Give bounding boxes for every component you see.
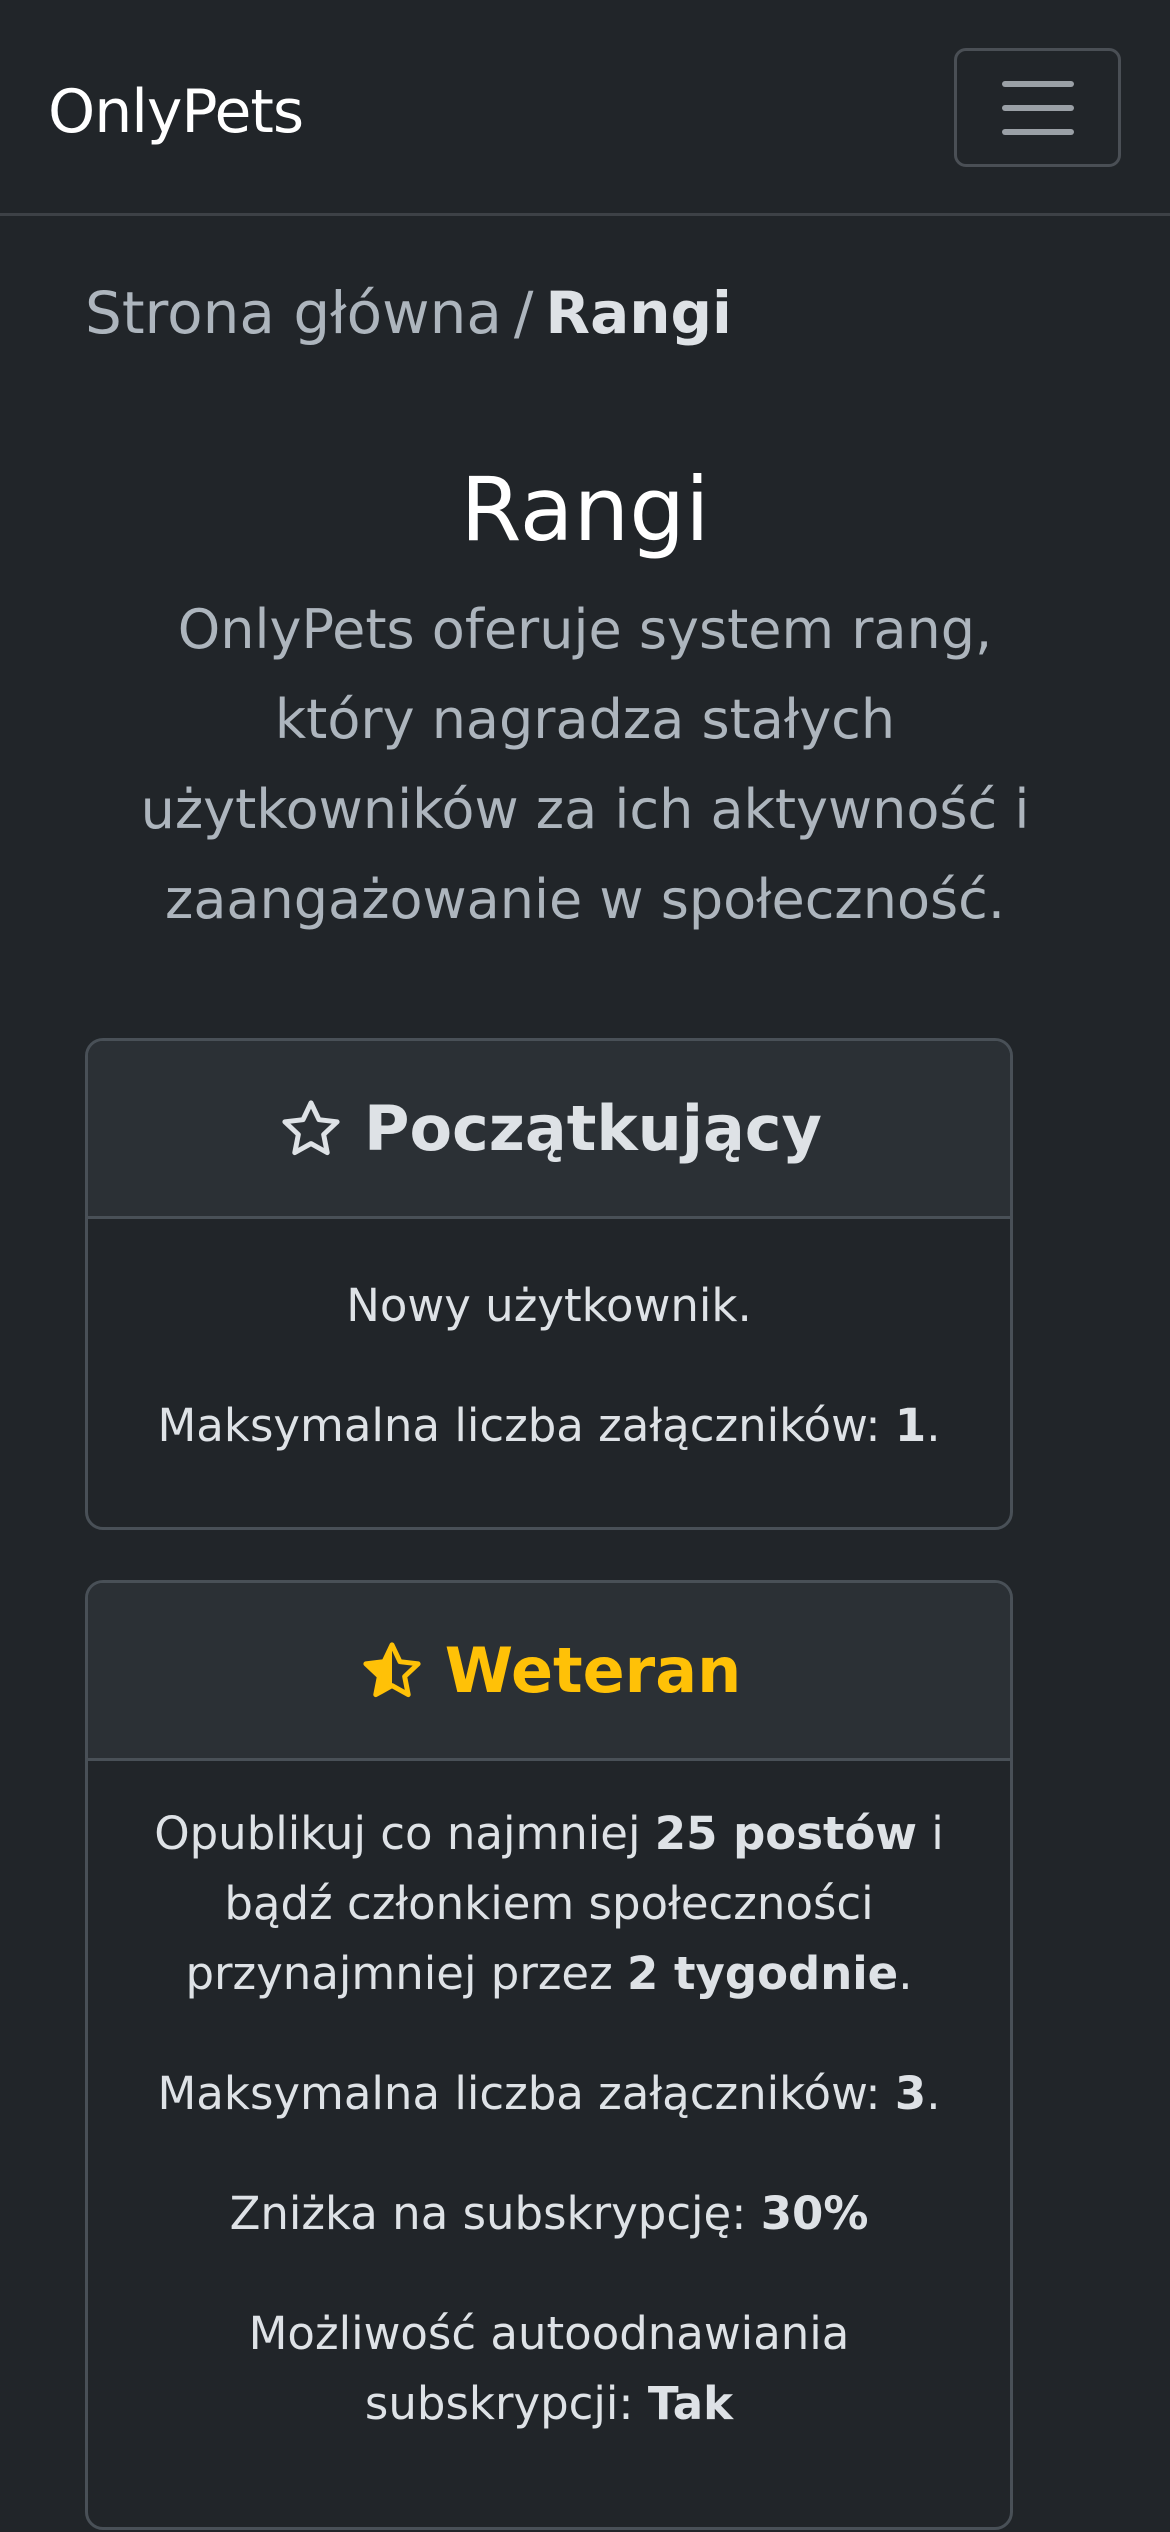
attachments-label: Maksymalna liczba załączników:	[157, 2067, 895, 2120]
rank-attachments: Maksymalna liczba załączników: 1.	[88, 1391, 1010, 1461]
rank-card-body: Opublikuj co najmniej 25 postów i bądź c…	[88, 1761, 1010, 2439]
requirement-prefix: Opublikuj co najmniej	[154, 1807, 655, 1860]
rank-requirements: Opublikuj co najmniej 25 postów i bądź c…	[148, 1799, 950, 2009]
autorenew-label: Możliwość autoodnawiania subskrypcji:	[248, 2307, 850, 2430]
hamburger-menu-icon	[1001, 80, 1074, 135]
rank-name: Początkujący	[364, 1091, 822, 1165]
breadcrumb-home-link[interactable]: Strona główna	[85, 279, 502, 347]
rank-card-beginner: Początkujący Nowy użytkownik. Maksymalna…	[85, 1038, 1013, 1530]
page-title: Rangi	[460, 458, 710, 561]
rank-autorenew: Możliwość autoodnawiania subskrypcji: Ta…	[148, 2299, 950, 2439]
rank-card-header: Weteran	[88, 1583, 1010, 1761]
discount-value: 30%	[760, 2187, 869, 2240]
star-outline-icon	[282, 1099, 340, 1155]
attachments-value: 3	[894, 2067, 927, 2120]
breadcrumb: Strona główna / Rangi	[85, 278, 732, 348]
breadcrumb-separator: /	[513, 279, 534, 347]
discount-label: Zniżka na subskrypcję:	[229, 2187, 761, 2240]
rank-card-header: Początkujący	[88, 1041, 1010, 1219]
rank-attachments: Maksymalna liczba załączników: 3.	[148, 2059, 950, 2129]
brand-logo-link[interactable]: OnlyPets	[48, 72, 304, 152]
rank-card-veteran: Weteran Opublikuj co najmniej 25 postów …	[85, 1580, 1013, 2530]
requirement-suffix: .	[898, 1947, 913, 2000]
attachments-label: Maksymalna liczba załączników:	[157, 1399, 895, 1452]
requirement-time: 2 tygodnie	[627, 1947, 899, 2000]
attachments-suffix: .	[926, 1399, 941, 1452]
attachments-suffix: .	[926, 2067, 941, 2120]
attachments-value: 1	[894, 1399, 927, 1452]
navbar-toggle-button[interactable]	[954, 48, 1121, 167]
navbar: OnlyPets	[0, 0, 1170, 216]
breadcrumb-current: Rangi	[545, 279, 732, 347]
rank-discount: Zniżka na subskrypcję: 30%	[148, 2179, 950, 2249]
page-lead: OnlyPets oferuje system rang, który nagr…	[140, 598, 1030, 931]
rank-name: Weteran	[444, 1633, 742, 1707]
rank-card-body: Nowy użytkownik. Maksymalna liczba załąc…	[88, 1219, 1010, 1461]
star-half-icon	[363, 1641, 421, 1697]
requirement-posts: 25 postów	[654, 1807, 917, 1860]
rank-description: Nowy użytkownik.	[346, 1279, 752, 1332]
autorenew-value: Tak	[647, 2377, 734, 2430]
